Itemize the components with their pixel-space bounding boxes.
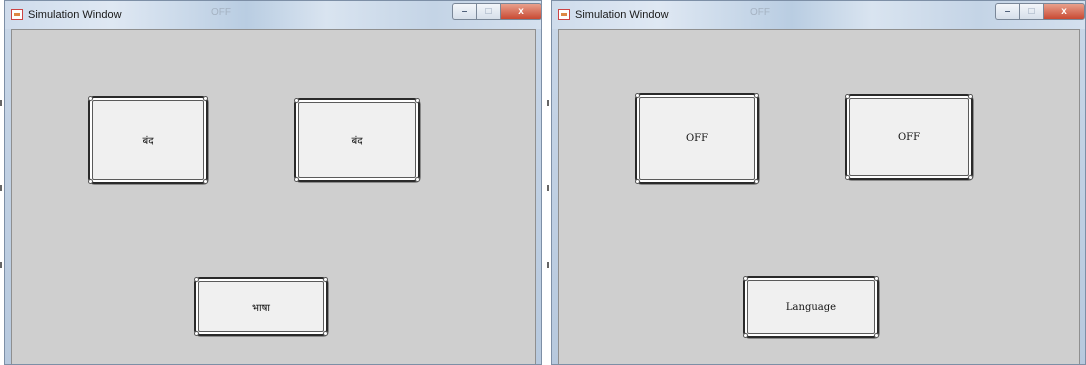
maximize-icon: □ — [1028, 6, 1035, 17]
edge-mark — [0, 185, 2, 191]
off-button-left-label: बंद — [142, 136, 154, 147]
off-button-right-label: OFF — [897, 131, 921, 143]
close-icon: x — [1061, 6, 1067, 17]
language-button-label: भाषा — [252, 302, 270, 314]
background-title-text: OFF — [211, 7, 231, 18]
simulation-window-english: Simulation Window OFF – □ x OFF OFF Lang… — [551, 0, 1086, 365]
maximize-button[interactable]: □ — [1019, 3, 1043, 20]
title-bar[interactable]: Simulation Window OFF – □ x — [5, 1, 541, 29]
edge-mark — [0, 262, 2, 268]
close-button[interactable]: x — [500, 3, 541, 20]
background-title-text: OFF — [750, 7, 770, 18]
window-title: Simulation Window — [28, 9, 122, 21]
caption-buttons: – □ x — [995, 3, 1085, 21]
edge-mark — [547, 262, 549, 268]
client-area: बंद बंद भाषा — [11, 29, 536, 364]
window-title: Simulation Window — [575, 9, 669, 21]
edge-mark — [0, 100, 2, 106]
off-button-left[interactable]: OFF — [635, 93, 759, 184]
language-button[interactable]: भाषा — [194, 277, 328, 336]
close-icon: x — [518, 6, 524, 17]
app-icon — [11, 9, 23, 20]
close-button[interactable]: x — [1043, 3, 1085, 20]
language-button[interactable]: Language — [743, 276, 879, 338]
off-button-left[interactable]: बंद — [88, 96, 208, 184]
minimize-button[interactable]: – — [995, 3, 1019, 20]
minimize-button[interactable]: – — [452, 3, 476, 20]
language-button-label: Language — [785, 301, 837, 313]
app-icon — [558, 9, 570, 20]
off-button-right[interactable]: OFF — [845, 94, 973, 180]
off-button-right[interactable]: बंद — [294, 98, 420, 182]
minimize-icon: – — [1004, 6, 1011, 17]
caption-buttons: – □ x — [452, 3, 541, 21]
maximize-icon: □ — [485, 6, 492, 17]
edge-mark — [547, 185, 549, 191]
edge-mark — [547, 100, 549, 106]
title-bar[interactable]: Simulation Window OFF – □ x — [552, 1, 1085, 29]
minimize-icon: – — [461, 6, 468, 17]
off-button-left-label: OFF — [685, 133, 709, 144]
maximize-button[interactable]: □ — [476, 3, 500, 20]
off-button-right-label: बंद — [351, 136, 363, 147]
client-area: OFF OFF Language — [558, 29, 1080, 364]
simulation-window-marathi: Simulation Window OFF – □ x बंद बंद भाषा — [4, 0, 542, 365]
